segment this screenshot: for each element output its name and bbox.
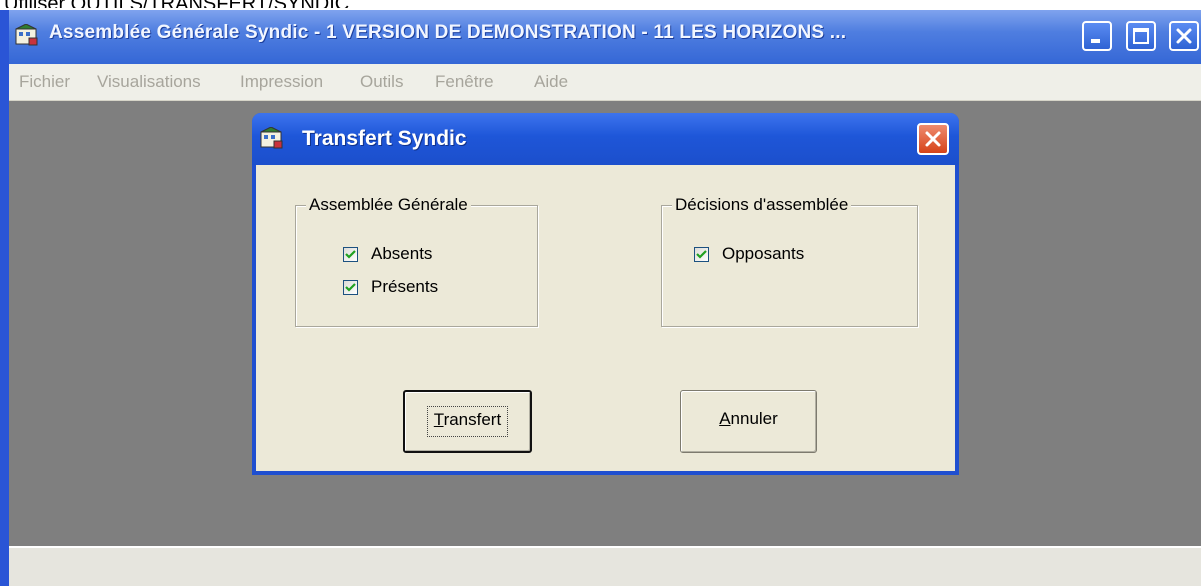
- dialog-app-icon: [260, 126, 284, 149]
- menu-item-impression[interactable]: Impression: [240, 72, 323, 92]
- checkmark-icon: [696, 250, 707, 259]
- minimize-icon: [1091, 39, 1100, 43]
- groupbox-assemblee-generale: Assemblée Générale Absents Présents: [295, 195, 538, 327]
- dialog-body: Assemblée Générale Absents Présents Déci…: [256, 165, 955, 471]
- close-icon: [1176, 28, 1192, 44]
- maximize-icon: [1133, 28, 1149, 44]
- groupbox-decisions-assemblee: Décisions d'assemblée Opposants: [661, 195, 918, 327]
- maximize-button[interactable]: [1126, 21, 1156, 51]
- app-icon: [15, 23, 39, 46]
- menu-item-aide[interactable]: Aide: [534, 72, 568, 92]
- window-title: Assemblée Générale Syndic - 1 VERSION DE…: [49, 22, 847, 43]
- caption-text: Utiliser OUTILS/TRANSFERT/SYNDIC: [4, 0, 349, 8]
- annuler-button-label: Annuler: [719, 409, 778, 428]
- dialog-close-button[interactable]: [917, 123, 949, 155]
- menu-item-visualisations[interactable]: Visualisations: [97, 72, 201, 92]
- title-bar[interactable]: Assemblée Générale Syndic - 1 VERSION DE…: [9, 10, 1201, 64]
- transfert-button[interactable]: Transfert: [403, 390, 532, 453]
- checkbox-box[interactable]: [343, 280, 358, 295]
- window-close-button[interactable]: [1169, 21, 1199, 51]
- status-bar: [9, 546, 1201, 586]
- menu-item-fichier[interactable]: Fichier: [19, 72, 70, 92]
- checkbox-box[interactable]: [343, 247, 358, 262]
- menu-item-fenetre[interactable]: Fenêtre: [435, 72, 494, 92]
- dialog-title: Transfert Syndic: [302, 127, 467, 150]
- transfert-button-label: Transfert: [433, 410, 502, 429]
- checkbox-label: Présents: [371, 277, 439, 296]
- annuler-button[interactable]: Annuler: [680, 390, 817, 453]
- checkbox-label: Absents: [371, 244, 433, 263]
- checkbox-box[interactable]: [694, 247, 709, 262]
- minimize-button[interactable]: [1082, 21, 1112, 51]
- checkmark-icon: [345, 250, 356, 259]
- transfert-dialog: Transfert Syndic Assemblée Générale Abse…: [252, 113, 959, 475]
- dialog-title-bar[interactable]: Transfert Syndic: [252, 113, 959, 165]
- checkmark-icon: [345, 283, 356, 292]
- menu-bar: Fichier Visualisations Impression Outils…: [9, 64, 1201, 101]
- groupbox-legend: Décisions d'assemblée: [672, 195, 852, 215]
- close-icon: [925, 131, 941, 147]
- checkbox-label: Opposants: [722, 244, 805, 263]
- groupbox-legend: Assemblée Générale: [306, 195, 471, 215]
- menu-item-outils[interactable]: Outils: [360, 72, 403, 92]
